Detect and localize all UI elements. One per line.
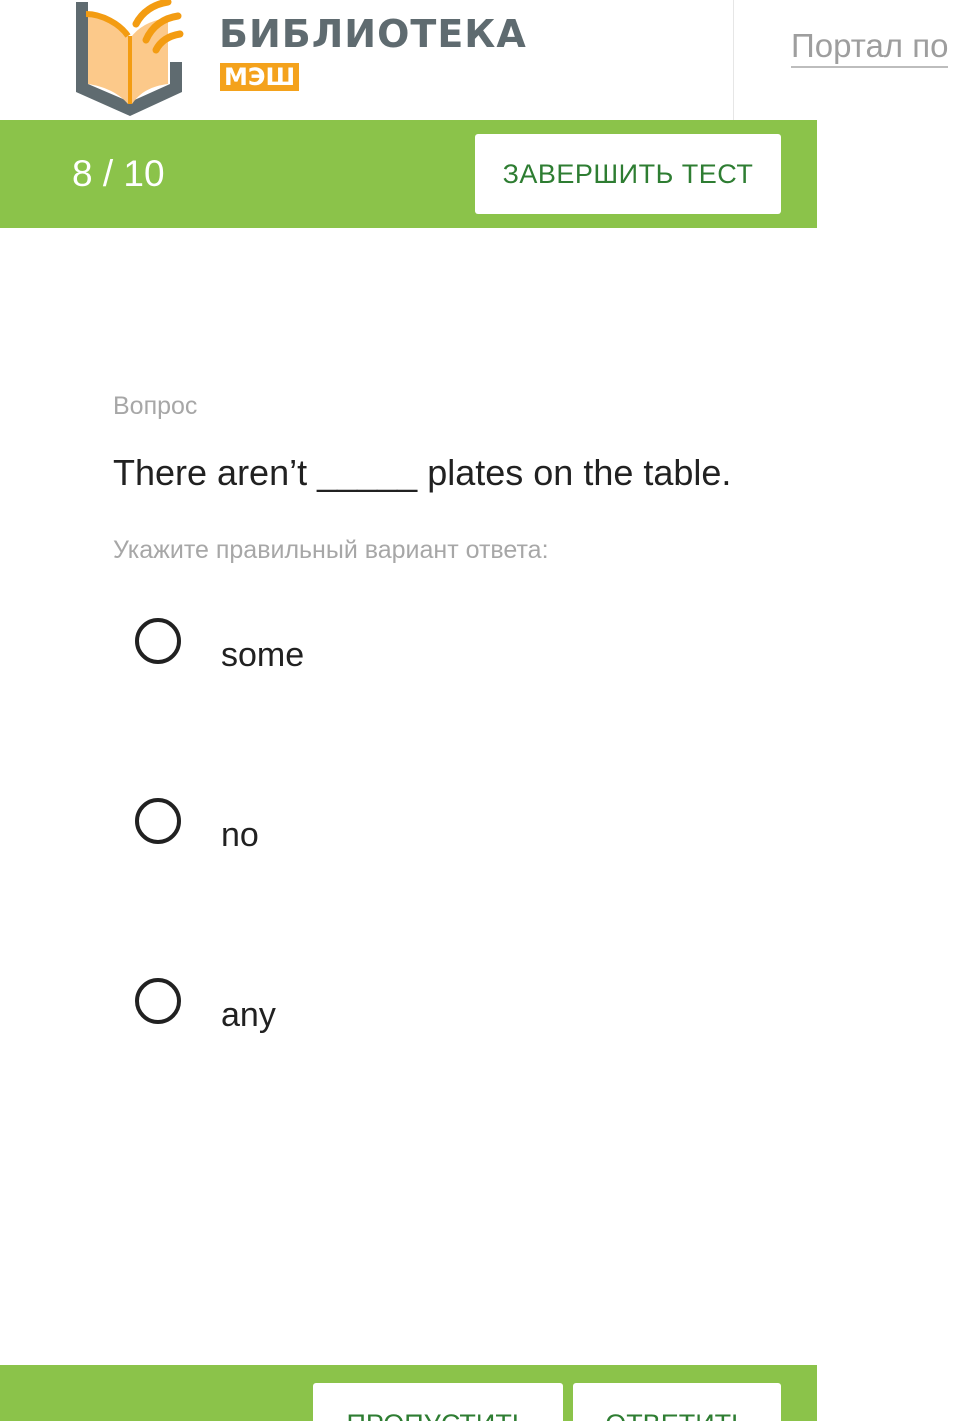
logo-subtitle: МЭШ [220, 63, 300, 91]
portal-link[interactable]: Портал по [791, 26, 949, 68]
answer-button[interactable]: ОТВЕТИТЬ [573, 1383, 781, 1421]
logo-title: БИБЛИОТЕКА [219, 12, 527, 56]
answer-option-some[interactable]: some [113, 618, 763, 738]
progress-bar: 8 / 10 ЗАВЕРШИТЬ ТЕСТ [0, 120, 817, 228]
logo-book-icon [76, 0, 184, 116]
option-label: some [221, 636, 305, 674]
radio-unchecked-icon[interactable] [135, 798, 181, 844]
finish-test-button[interactable]: ЗАВЕРШИТЬ ТЕСТ [475, 134, 781, 214]
option-label: no [221, 816, 259, 854]
answer-option-any[interactable]: any [113, 978, 763, 1098]
library-logo[interactable]: БИБЛИОТЕКА МЭШ [72, 0, 526, 120]
site-header: БИБЛИОТЕКА МЭШ Портал по [0, 0, 959, 120]
test-page: БИБЛИОТЕКА МЭШ Портал по 8 / 10 ЗАВЕРШИТ… [0, 0, 959, 1421]
option-label: any [221, 996, 276, 1034]
question-text: There aren’t _____ plates on the table. [113, 452, 732, 493]
answer-hint: Укажите правильный вариант ответа: [113, 536, 549, 564]
question-label: Вопрос [113, 392, 198, 420]
answer-option-no[interactable]: no [113, 798, 763, 918]
bottom-action-bar: ПРОПУСТИТЬ ОТВЕТИТЬ [0, 1365, 817, 1421]
radio-unchecked-icon[interactable] [135, 618, 181, 664]
skip-button[interactable]: ПРОПУСТИТЬ [313, 1383, 563, 1421]
radio-unchecked-icon[interactable] [135, 978, 181, 1024]
question-counter: 8 / 10 [72, 153, 165, 194]
header-divider [733, 0, 734, 120]
